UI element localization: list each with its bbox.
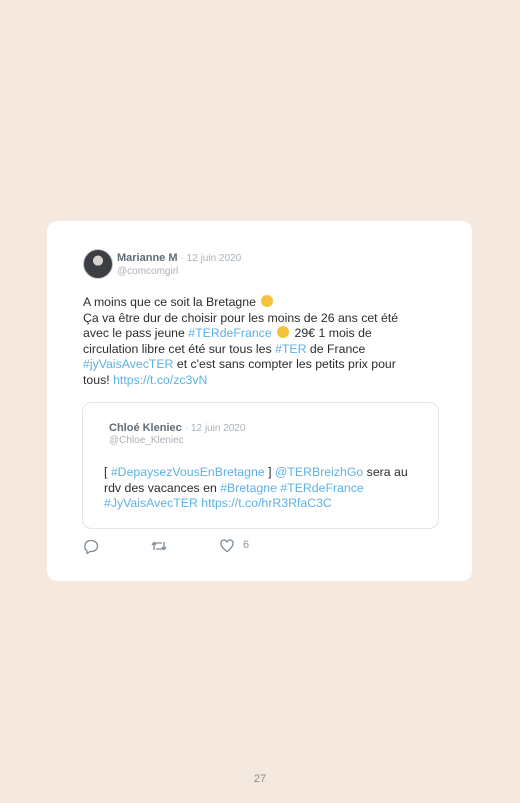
hashtag-terdefrance-quoted[interactable]: #TERdeFrance — [280, 481, 363, 495]
hashtag-jyvaisavecter[interactable]: #jyVaisAvecTER — [83, 357, 173, 371]
tweet-link[interactable]: https://t.co/zc3vN — [113, 373, 207, 387]
thinking-emoji-icon — [261, 295, 274, 307]
hashtag-terdefrance[interactable]: #TERdeFrance — [188, 326, 271, 340]
author-name[interactable]: Marianne M — [117, 252, 178, 264]
like-count: 6 — [243, 539, 250, 551]
quoted-handle: @Chloe_Kleniec — [109, 435, 184, 446]
tweet-text-line2c: de France — [306, 341, 366, 356]
hashtag-bretagne[interactable]: #Bretagne — [220, 481, 277, 495]
mention-terbreizhgo[interactable]: @TERBreizhGo — [275, 465, 363, 479]
reply-icon[interactable] — [83, 538, 99, 559]
tweet-card: Marianne M · 12 juin 2020 @comcomgirl A … — [47, 221, 472, 581]
tweet-date[interactable]: · 12 juin 2020 — [181, 253, 242, 264]
hashtag-ter[interactable]: #TER — [275, 342, 306, 356]
author-handle[interactable]: @comcomgirl — [117, 266, 178, 277]
quoted-link[interactable]: https://t.co/hrR3RfaC3C — [201, 496, 332, 510]
tweet-text: A moins que ce soit la Bretagne Ça va êt… — [83, 295, 408, 388]
avatar[interactable] — [83, 249, 113, 279]
hashtag-depaysezvousenbretagne[interactable]: #DepaysezVousEnBretagne — [111, 465, 265, 479]
hashtag-jyvaisavecter-quoted[interactable]: #JyVaisAvecTER — [104, 496, 198, 510]
quoted-text-mid1: ] — [264, 465, 275, 479]
tweet-actions: 6 — [83, 538, 333, 555]
quoted-date: · 12 juin 2020 — [184, 423, 246, 434]
tweet-author: Marianne M · 12 juin 2020 — [117, 252, 241, 264]
quoted-author-name[interactable]: Chloé Kleniec — [109, 422, 182, 434]
heart-icon[interactable] — [219, 538, 235, 559]
wink-emoji-icon — [277, 326, 290, 338]
retweet-icon[interactable] — [150, 538, 168, 559]
quoted-text-start: [ — [104, 465, 111, 479]
quoted-author: Chloé Kleniec · 12 juin 2020 — [109, 422, 245, 434]
page-number: 27 — [253, 773, 267, 785]
quoted-tweet[interactable]: Chloé Kleniec · 12 juin 2020 @Chloe_Klen… — [82, 402, 439, 529]
tweet-text-line1: A moins que ce soit la Bretagne — [83, 295, 256, 309]
quoted-text: [ #DepaysezVousEnBretagne ] @TERBreizhGo… — [104, 465, 422, 512]
